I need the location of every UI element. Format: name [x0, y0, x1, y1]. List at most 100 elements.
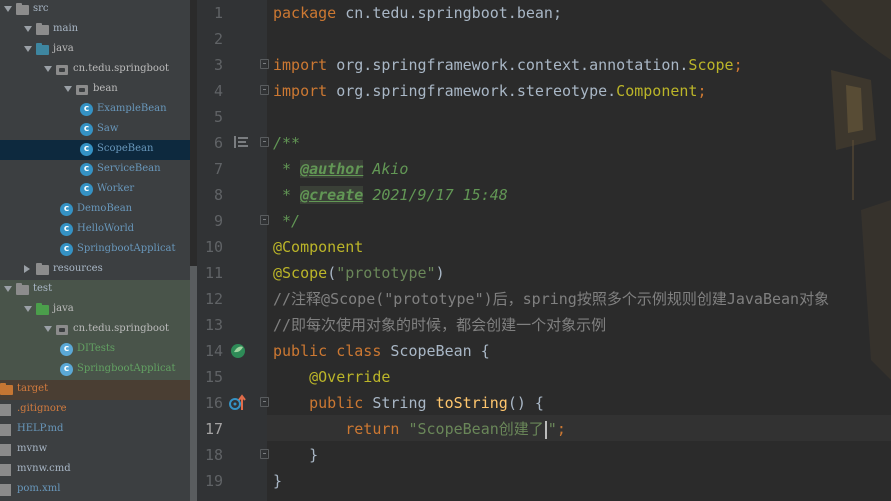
fold-marker-icon[interactable] [260, 215, 269, 225]
doc-comment: /** [273, 134, 301, 152]
tree-item-springbootapplicat[interactable]: c SpringbootApplicat [0, 360, 190, 380]
code-line-19[interactable]: } [273, 468, 282, 494]
tree-item-mvnw-cmd[interactable]: mvnw.cmd [0, 460, 190, 480]
tree-item-main[interactable]: main [0, 20, 190, 40]
tree-item-src[interactable]: src [0, 0, 190, 20]
fold-marker-icon[interactable] [260, 59, 269, 69]
line-number: 17 [204, 420, 223, 438]
type-name: String [363, 394, 436, 412]
class-ref: Component [616, 82, 698, 100]
java-class-icon: c [80, 123, 93, 136]
override-method-icon[interactable] [229, 394, 247, 412]
tree-item-label: ScopeBean [97, 143, 154, 154]
tree-item-cn-tedu-springboot[interactable]: cn.tedu.springboot [0, 320, 190, 340]
tree-item-examplebean[interactable]: c ExampleBean [0, 100, 190, 120]
tree-item-label: test [33, 283, 53, 294]
tree-item-resources[interactable]: resources [0, 260, 190, 280]
code-editor[interactable]: 1 2 3 4 5 6 7 8 9 10 11 12 13 14 15 16 17 18 19 package cn… [197, 0, 891, 501]
class-ref: Scope [688, 56, 734, 74]
doc-value: 2021/9/17 15:48 [363, 186, 508, 204]
semicolon: ; [733, 56, 743, 74]
folder-icon [0, 383, 13, 395]
code-line-16[interactable]: public String toString() { [273, 390, 544, 416]
fold-marker-icon[interactable] [260, 85, 269, 95]
tree-item-scopebean[interactable]: c ScopeBean [0, 140, 190, 160]
tree-item-worker[interactable]: c Worker [0, 180, 190, 200]
tree-item-servicebean[interactable]: c ServiceBean [0, 160, 190, 180]
code-line-12[interactable]: //注释@Scope("prototype")后，spring按照多个示例规则创… [273, 286, 829, 312]
fold-marker-icon[interactable] [260, 137, 269, 147]
fold-marker-icon[interactable] [260, 449, 269, 459]
tree-item-helloworld[interactable]: c HelloWorld [0, 220, 190, 240]
chevron-down-icon[interactable] [4, 286, 12, 292]
tree-item-mvnw[interactable]: mvnw [0, 440, 190, 460]
chevron-down-icon[interactable] [24, 306, 32, 312]
chevron-down-icon[interactable] [64, 86, 72, 92]
folder-icon [36, 303, 49, 315]
chevron-down-icon[interactable] [44, 66, 52, 72]
semicolon: ; [556, 420, 566, 438]
fold-marker-icon[interactable] [260, 397, 269, 407]
tree-item-bean[interactable]: bean [0, 80, 190, 100]
code-line-4[interactable]: import org.springframework.stereotype.Co… [273, 78, 706, 104]
code-line-10[interactable]: @Component [273, 234, 363, 260]
java-class-icon: c [60, 203, 73, 216]
tree-item-java[interactable]: java [0, 40, 190, 60]
line-number: 1 [213, 4, 223, 22]
keyword: return [273, 420, 400, 438]
file-icon [0, 424, 11, 436]
tree-item--gitignore[interactable]: .gitignore [0, 400, 190, 420]
annotation: @Override [273, 368, 391, 386]
folder-icon [16, 3, 29, 15]
tree-item-cn-tedu-springboot[interactable]: cn.tedu.springboot [0, 60, 190, 80]
doc-render-icon[interactable] [234, 136, 248, 148]
file-icon [0, 404, 11, 416]
code-line-8[interactable]: * @create 2021/9/17 15:48 [273, 182, 508, 208]
chevron-down-icon[interactable] [24, 26, 32, 32]
code-line-7[interactable]: * @author Akio [273, 156, 408, 182]
tree-item-ditests[interactable]: c DITests [0, 340, 190, 360]
code-line-15[interactable]: @Override [273, 364, 390, 390]
tree-item-label: HelloWorld [77, 223, 135, 234]
java-class-icon: c [80, 143, 93, 156]
tree-item-help-md[interactable]: HELP.md [0, 420, 190, 440]
code-line-6[interactable]: /** [273, 130, 300, 156]
line-number: 7 [213, 160, 223, 178]
chevron-down-icon[interactable] [4, 6, 12, 12]
folder-icon [36, 23, 49, 35]
tree-item-saw[interactable]: c Saw [0, 120, 190, 140]
tree-scrollbar[interactable] [190, 266, 197, 501]
line-number: 15 [204, 368, 223, 386]
folder-icon [16, 283, 29, 295]
doc-comment: * [273, 186, 301, 204]
keyword: import [273, 82, 328, 100]
tree-item-pom-xml[interactable]: pom.xml [0, 480, 190, 500]
code-line-1[interactable]: package cn.tedu.springboot.bean; [273, 0, 562, 26]
code-text: } [273, 472, 283, 490]
code-text: cn.tedu.springboot.bean; [336, 4, 562, 22]
chevron-down-icon[interactable] [44, 326, 52, 332]
code-line-14[interactable]: public class ScopeBean { [273, 338, 490, 364]
tree-item-java[interactable]: java [0, 300, 190, 320]
code-line-3[interactable]: import org.springframework.context.annot… [273, 52, 743, 78]
editor-gutter: 1 2 3 4 5 6 7 8 9 10 11 12 13 14 15 16 17 18 19 [197, 0, 267, 501]
line-number: 11 [204, 264, 223, 282]
semicolon: ; [697, 82, 707, 100]
tree-item-springbootapplicat[interactable]: c SpringbootApplicat [0, 240, 190, 260]
tree-item-label: main [53, 23, 79, 34]
spring-bean-icon[interactable] [230, 342, 248, 360]
doc-tag: @author [300, 160, 364, 178]
chevron-right-icon[interactable] [24, 265, 30, 273]
code-line-9[interactable]: */ [273, 208, 300, 234]
code-line-11[interactable]: @Scope("prototype") [273, 260, 445, 286]
tree-item-target[interactable]: target [0, 380, 190, 400]
tree-item-demobean[interactable]: c DemoBean [0, 200, 190, 220]
code-line-18[interactable]: } [273, 442, 318, 468]
chevron-down-icon[interactable] [24, 46, 32, 52]
text-caret [544, 420, 547, 439]
tree-item-label: cn.tedu.springboot [73, 63, 169, 74]
tree-item-test[interactable]: test [0, 280, 190, 300]
code-line-13[interactable]: //即每次使用对象的时候，都会创建一个对象示例 [273, 312, 606, 338]
code-line-17[interactable]: return "ScopeBean创建了 "; [273, 416, 566, 442]
line-number: 4 [213, 82, 223, 100]
